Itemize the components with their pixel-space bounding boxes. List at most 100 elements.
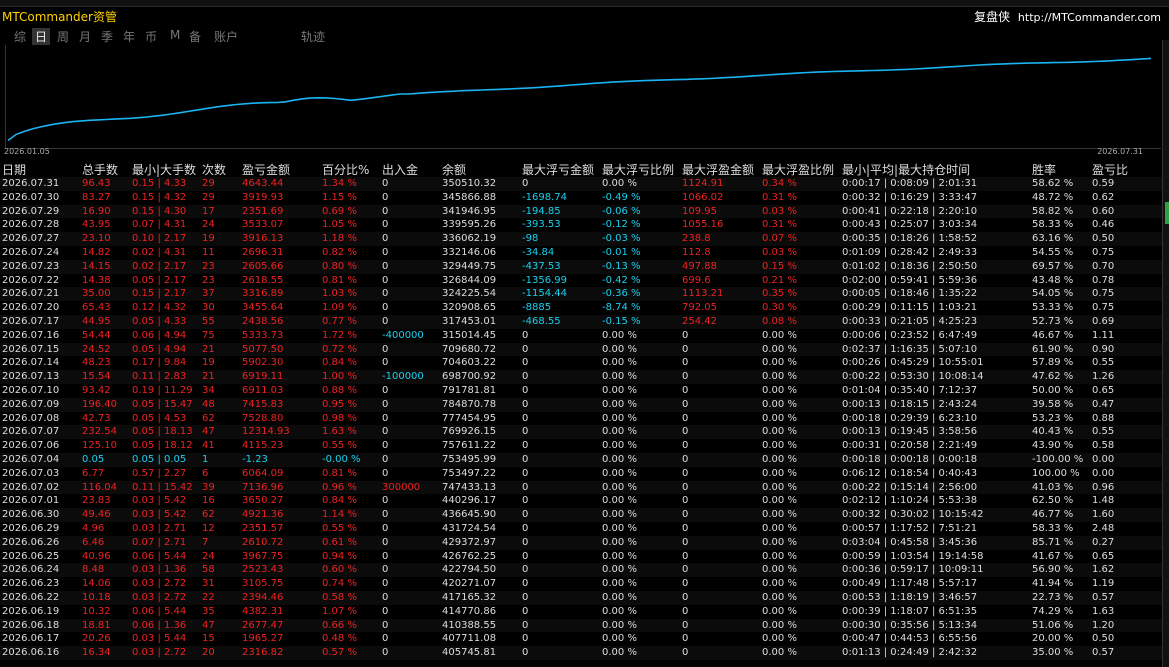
table-row[interactable]: 2026.07.13 15.54 0.11 | 2.83 21 6919.11 1.00 … [0,370,1162,384]
cell-date: 2026.07.22 [2,274,60,286]
column-header-7[interactable]: 余额 [442,161,466,178]
column-header-11[interactable]: 最大浮盈比例 [762,161,834,178]
cell-maxloss_pct: 0.00 % [602,398,637,410]
table-row[interactable]: 2026.07.29 16.90 0.15 | 4.30 17 2351.69 0.69 … [0,204,1162,219]
tab-3[interactable]: 月 [79,28,91,45]
cell-maxgain: 1113.21 [682,288,724,300]
table-row[interactable]: 2026.06.19 10.32 0.06 | 5.44 35 4382.31 1.07 … [0,605,1162,619]
column-header-14[interactable]: 盈亏比 [1092,161,1128,178]
cell-hold: 0:06:12 | 0:18:54 | 0:40:43 [842,467,978,479]
cell-maxloss_pct: -0.15 % [602,315,641,327]
table-row[interactable]: 2026.07.28 43.95 0.07 | 4.31 24 3533.07 1.05 … [0,218,1162,232]
table-row[interactable]: 2026.07.16 54.44 0.06 | 4.94 75 5333.73 1.72 … [0,329,1162,343]
cell-count: 55 [202,315,215,327]
column-header-5[interactable]: 百分比% [322,161,369,178]
cell-lots: 20.26 [82,633,111,645]
table-row[interactable]: 2026.07.31 96.43 0.15 | 4.33 29 4643.44 1.34 … [0,177,1162,191]
table-row[interactable]: 2026.07.24 14.82 0.02 | 4.31 11 2696.31 0.82 … [0,246,1162,260]
column-header-12[interactable]: 最小|平均|最大持仓时间 [842,161,970,178]
table-row[interactable]: 2026.07.07 232.54 0.05 | 18.13 47 12314.93 1.… [0,425,1162,440]
tab-5[interactable]: 年 [123,28,135,45]
cell-minmax: 0.11 | 2.83 [132,371,187,383]
cell-lots: 8.48 [82,564,105,576]
cell-date: 2026.06.25 [2,550,60,562]
cell-hold: 0:00:26 | 0:45:29 | 10:55:01 [842,357,984,369]
column-header-13[interactable]: 胜率 [1032,161,1056,178]
column-header-10[interactable]: 最大浮盈金额 [682,161,754,178]
cell-count: 58 [202,564,215,576]
cell-maxgain: 0 [682,329,689,341]
tab-4[interactable]: 季 [101,28,113,45]
column-header-0[interactable]: 日期 [2,161,26,178]
table-row[interactable]: 2026.07.04 0.05 0.05 | 0.05 1 -1.23 -0.00 % 0 7… [0,452,1162,467]
column-header-1[interactable]: 总手数 [82,161,118,178]
table-row[interactable]: 2026.07.15 24.52 0.05 | 4.94 21 5077.50 0.72 … [0,342,1162,357]
cell-winrate: 35.00 % [1032,647,1074,659]
table-row[interactable]: 2026.07.23 14.15 0.02 | 2.17 23 2605.66 0.80 … [0,259,1162,274]
table-row[interactable]: 2026.06.24 8.48 0.03 | 1.36 58 2523.43 0.60 %… [0,563,1162,578]
brand-url-link[interactable]: http://MTCommander.com [1018,11,1161,24]
table-row[interactable]: 2026.06.22 10.18 0.03 | 2.72 22 2394.46 0.58 … [0,590,1162,605]
cell-count: 15 [202,633,215,645]
table-row[interactable]: 2026.06.25 40.96 0.06 | 5.44 24 3967.75 0.94 … [0,550,1162,564]
cell-hold: 0:01:02 | 0:18:36 | 2:50:50 [842,260,978,272]
tab-2[interactable]: 周 [57,28,69,45]
column-header-2[interactable]: 最小|大手数 [132,161,196,178]
cell-pnl: 2677.47 [242,619,284,631]
table-row[interactable]: 2026.07.08 42.73 0.05 | 4.53 62 7528.80 0.98 … [0,412,1162,426]
table-row[interactable]: 2026.07.01 23.83 0.03 | 5.42 16 3650.27 0.84 … [0,494,1162,508]
tab-7[interactable]: M [170,28,180,42]
cell-lots: 6.77 [82,467,105,479]
table-row[interactable]: 2026.07.09 196.40 0.05 | 15.47 48 7415.83 0.9… [0,397,1162,412]
table-row[interactable]: 2026.06.29 4.96 0.03 | 2.71 12 2351.57 0.55 %… [0,522,1162,536]
tab-6[interactable]: 币 [145,28,157,45]
cell-maxgain_pct: 0.00 % [762,633,797,645]
cell-pnl: 3533.07 [242,219,284,231]
column-header-4[interactable]: 盈亏金额 [242,161,290,178]
table-row[interactable]: 2026.07.14 48.23 0.17 | 9.84 19 5902.30 0.84 … [0,356,1162,370]
table-row[interactable]: 2026.07.22 14.38 0.05 | 2.17 23 2618.55 0.81 … [0,274,1162,288]
table-row[interactable]: 2026.07.27 23.10 0.10 | 2.17 19 3916.13 1.18 … [0,232,1162,246]
table-row[interactable]: 2026.06.18 18.81 0.06 | 1.36 47 2677.47 0.66 … [0,618,1162,633]
column-header-3[interactable]: 次数 [202,161,226,178]
cell-pnl: 6919.11 [242,371,284,383]
cell-maxgain_pct: 0.00 % [762,453,797,465]
cell-winrate: 61.90 % [1032,343,1074,355]
cell-maxloss_pct: -0.42 % [602,274,641,286]
table-row[interactable]: 2026.06.30 49.46 0.03 | 5.42 62 4921.36 1.14 … [0,508,1162,522]
scrollbar-marker[interactable] [1165,202,1169,224]
tab-8[interactable]: 备 [189,28,201,45]
cell-balance: 431724.54 [442,522,497,534]
cell-minmax: 0.15 | 4.33 [132,178,187,189]
cell-winrate: 48.72 % [1032,191,1074,203]
tab-10[interactable]: 轨迹 [301,28,325,45]
vertical-scrollbar[interactable] [1162,40,1169,667]
cell-lots: 4.96 [82,522,105,534]
cell-balance: 339595.26 [442,219,497,231]
table-row[interactable]: 2026.07.17 44.95 0.05 | 4.33 55 2438.56 0.77 … [0,314,1162,329]
table-row[interactable]: 2026.06.17 20.26 0.03 | 5.44 15 1965.27 0.48 … [0,632,1162,646]
table-row[interactable]: 2026.07.02 116.04 0.11 | 15.42 39 7136.96 0.9… [0,480,1162,495]
table-row[interactable]: 2026.06.16 16.34 0.03 | 2.72 20 2316.82 0.57 … [0,646,1162,660]
cell-maxgain_pct: 0.35 % [762,288,797,300]
column-header-8[interactable]: 最大浮亏金额 [522,161,594,178]
cell-date: 2026.07.24 [2,246,60,258]
cell-maxloss_pct: 0.00 % [602,522,637,534]
tab-9[interactable]: 账户 [214,28,238,45]
table-row[interactable]: 2026.07.06 125.10 0.05 | 18.12 41 4115.23 0.5… [0,439,1162,453]
cell-hold: 0:02:12 | 1:10:24 | 5:53:38 [842,495,978,507]
tab-0[interactable]: 综 [14,28,26,45]
column-header-9[interactable]: 最大浮亏比例 [602,161,674,178]
table-row[interactable]: 2026.07.10 93.42 0.19 | 11.29 34 6911.03 0.88… [0,384,1162,398]
table-row[interactable]: 2026.06.23 14.06 0.03 | 2.72 31 3105.75 0.74 … [0,577,1162,591]
tab-1[interactable]: 日 [32,28,51,45]
table-row[interactable]: 2026.07.20 65.43 0.12 | 4.32 30 3455.64 1.09 … [0,301,1162,315]
cell-date: 2026.07.16 [2,329,60,341]
cell-balance: 410388.55 [442,619,497,631]
column-header-6[interactable]: 出入金 [382,161,418,178]
table-row[interactable]: 2026.07.03 6.77 0.57 | 2.27 6 6064.09 0.81 % 0… [0,467,1162,481]
table-row[interactable]: 2026.06.26 6.46 0.07 | 2.71 7 2610.72 0.61 % 0… [0,535,1162,550]
cell-balance: 784870.78 [442,398,497,410]
table-row[interactable]: 2026.07.30 83.27 0.15 | 4.32 29 3919.93 1.15 … [0,191,1162,205]
table-row[interactable]: 2026.07.21 35.00 0.15 | 2.17 37 3316.89 1.03 … [0,287,1162,302]
